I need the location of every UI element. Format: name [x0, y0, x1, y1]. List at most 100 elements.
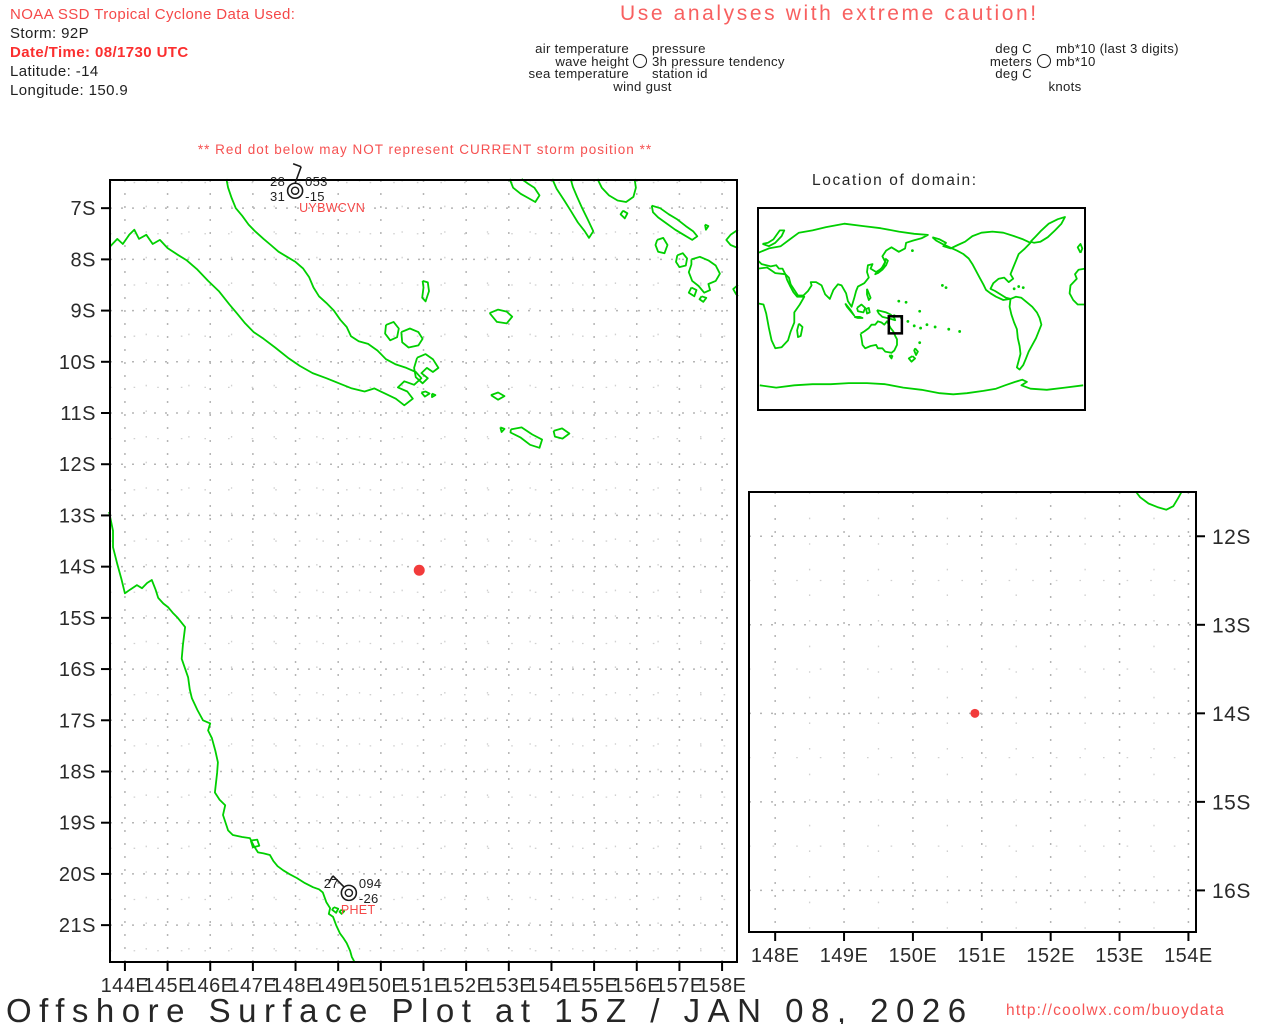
storm-info-storm: Storm: 92P: [10, 24, 295, 43]
storm-info-datetime: Date/Time: 08/1730 UTC: [10, 43, 295, 62]
coastline: [857, 305, 865, 313]
axis-label: 15S: [59, 608, 96, 630]
station-circle-icon: [633, 54, 647, 68]
island-dot: [947, 328, 950, 331]
coastline: [854, 317, 862, 318]
coastline: [491, 393, 505, 400]
axis-label: 18S: [59, 761, 96, 783]
station-id-label: PHET: [341, 903, 376, 917]
coastline: [432, 394, 435, 398]
island-dot: [905, 301, 908, 304]
coastline: [689, 288, 697, 297]
island-dot: [919, 327, 922, 330]
axis-label: 10S: [59, 352, 96, 374]
coastline: [110, 179, 421, 405]
coastline: [676, 253, 687, 267]
legend-unit-mb: mb*10: [1056, 55, 1096, 68]
legend-wind-gust: wind gust: [560, 80, 725, 93]
coastline: [760, 380, 1083, 395]
axis-label: 150E: [889, 945, 938, 967]
coastline: [401, 329, 422, 348]
coastline: [652, 206, 698, 240]
island-dot: [926, 323, 929, 326]
coastline: [914, 348, 918, 355]
coastline: [1010, 297, 1042, 370]
storm-position-warning: ** Red dot below may NOT represent CURRE…: [170, 142, 680, 157]
legend-unit-knots: knots: [1000, 80, 1130, 93]
island-dot: [1022, 286, 1025, 289]
buoy-plot-page: 144E145E146E147E148E149E150E151E152E153E…: [0, 0, 1280, 1024]
station-value: 31: [270, 189, 285, 204]
island-dot: [934, 326, 937, 329]
axis-label: 17S: [59, 710, 96, 732]
coastline: [621, 211, 628, 219]
coastline: [861, 321, 897, 353]
station-value: 053: [305, 174, 328, 189]
axis-label: 12S: [1212, 526, 1251, 549]
caution-headline: Use analyses with extreme caution!: [620, 2, 1039, 26]
axis-label: 19S: [59, 813, 96, 835]
axis-label: 16S: [1212, 880, 1251, 903]
coastline: [1031, 217, 1066, 243]
coastline: [554, 428, 570, 438]
axis-label: 11S: [60, 403, 96, 425]
world-inset-title: Location of domain:: [812, 172, 978, 190]
coastline: [656, 238, 668, 253]
coastline: [500, 427, 504, 432]
storm-info-source: NOAA SSD Tropical Cyclone Data Used:: [10, 5, 295, 24]
axis-label: 14S: [1212, 703, 1251, 726]
coastline: [700, 296, 707, 302]
coastline: [332, 907, 338, 913]
axis-label: 14S: [59, 557, 96, 579]
station-value: 094: [359, 876, 382, 891]
axis-label: 153E: [1095, 945, 1144, 967]
coastline: [251, 840, 259, 848]
axis-label: 16S: [59, 659, 96, 681]
island-dot: [941, 284, 944, 287]
axis-label: 149E: [820, 945, 869, 967]
axis-label: 154E: [1164, 945, 1213, 967]
storm-position-dot: [970, 709, 979, 718]
coastline: [763, 230, 785, 246]
station-circle-icon: [341, 885, 356, 900]
station-value: 27: [324, 876, 339, 891]
coastline: [890, 355, 893, 358]
coastline: [689, 257, 720, 293]
coastline: [422, 281, 429, 302]
axis-label: 152E: [1026, 945, 1075, 967]
wind-barb-icon: [293, 164, 301, 167]
axis-label: 7S: [71, 198, 96, 220]
axis-label: 8S: [71, 249, 96, 271]
coastline: [909, 356, 915, 362]
storm-info-block: NOAA SSD Tropical Cyclone Data Used: Sto…: [10, 5, 295, 100]
island-dot: [897, 300, 900, 303]
page-title: Offshore Surface Plot at 15Z / JAN 08, 2…: [6, 992, 974, 1024]
storm-info-longitude: Longitude: 150.9: [10, 81, 295, 100]
coastline: [1070, 269, 1085, 305]
axis-label: 148E: [751, 945, 800, 967]
coastline: [1078, 244, 1083, 253]
axis-label: 21S: [59, 915, 96, 937]
island-dot: [918, 341, 921, 344]
station-value: 28: [270, 174, 285, 189]
coastline: [511, 427, 543, 447]
island-dot: [906, 320, 909, 323]
axis-label: 13S: [59, 505, 96, 527]
coastline: [867, 289, 871, 300]
island-dot: [945, 286, 948, 289]
coastline: [385, 322, 399, 340]
coastline: [758, 224, 928, 307]
island-dot: [918, 310, 921, 313]
storm-info-latitude: Latitude: -14: [10, 62, 295, 81]
coastline: [109, 512, 355, 963]
axis-label: 9S: [71, 301, 96, 323]
source-url: http://coolwx.com/buoydata: [1006, 1002, 1225, 1020]
coastline: [1136, 492, 1181, 510]
coastline: [875, 259, 888, 275]
island-dot: [1013, 287, 1016, 290]
storm-position-dot: [414, 565, 425, 576]
axis-label: 151E: [957, 945, 1006, 967]
coastline: [797, 324, 802, 338]
station-circle-icon: [345, 889, 352, 896]
island-dot: [913, 324, 916, 327]
